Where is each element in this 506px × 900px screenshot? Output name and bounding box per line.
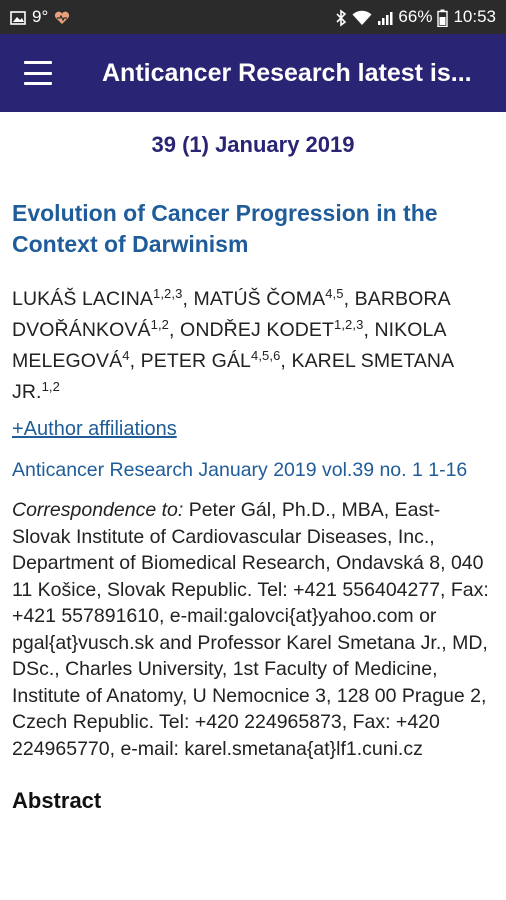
status-bar-left: 9° <box>10 7 70 27</box>
author-affiliations-link[interactable]: +Author affiliations <box>12 418 177 441</box>
correspondence-block: Correspondence to: Peter Gál, Ph.D., MBA… <box>12 497 496 762</box>
author-separator: , <box>182 288 194 310</box>
image-notification-icon <box>10 7 26 27</box>
author-affiliation-number: 4,5,6 <box>251 348 281 363</box>
citation-text: Anticancer Research January 2019 vol.39 … <box>12 459 468 481</box>
app-title: Anticancer Research latest is... <box>102 58 472 87</box>
author-name: PETER GÁL <box>140 350 251 372</box>
author-affiliation-number: 4 <box>122 348 130 363</box>
author-name: MATÚŠ ČOMA <box>193 288 326 310</box>
app-bar: Anticancer Research latest is... <box>0 34 506 112</box>
author-name: LUKÁŠ LACINA <box>12 288 154 310</box>
battery-percent-text: 66% <box>398 7 433 26</box>
health-heart-icon <box>54 7 70 27</box>
status-bar: 9° 66% 10:53 <box>0 0 506 34</box>
correspondence-label: Correspondence to: <box>12 499 184 521</box>
menu-icon[interactable] <box>24 61 56 85</box>
battery-icon <box>437 7 449 27</box>
author-affiliation-number: 4,5 <box>325 286 344 301</box>
signal-icon <box>377 7 393 27</box>
article-content: 39 (1) January 2019 Evolution of Cancer … <box>12 112 496 814</box>
wifi-icon <box>352 7 372 27</box>
author-separator: , <box>343 288 355 310</box>
article-title: Evolution of Cancer Progression in the C… <box>12 200 438 257</box>
clock-text: 10:53 <box>453 7 496 26</box>
temperature-text: 9° <box>32 7 49 26</box>
bluetooth-icon <box>335 7 347 27</box>
author-separator: , <box>363 319 375 341</box>
author-affiliation-number: 1,2,3 <box>153 286 183 301</box>
correspondence-text: Peter Gál, Ph.D., MBA, East-Slovak Insti… <box>12 499 489 760</box>
issue-heading: 39 (1) January 2019 <box>151 132 355 157</box>
author-affiliation-number: 1,2 <box>150 317 169 332</box>
abstract-heading: Abstract <box>12 788 102 813</box>
author-list: LUKÁŠ LACINA1,2,3, MATÚŠ ČOMA4,5, BARBOR… <box>12 284 496 408</box>
author-affiliation-number: 1,2,3 <box>334 317 364 332</box>
author-affiliation-number: 1,2 <box>41 379 60 394</box>
author-name: ONDŘEJ KODET <box>180 319 335 341</box>
status-bar-right: 66% 10:53 <box>335 7 496 27</box>
author-separator: , <box>169 319 181 341</box>
author-separator: , <box>129 350 141 372</box>
author-separator: , <box>280 350 292 372</box>
